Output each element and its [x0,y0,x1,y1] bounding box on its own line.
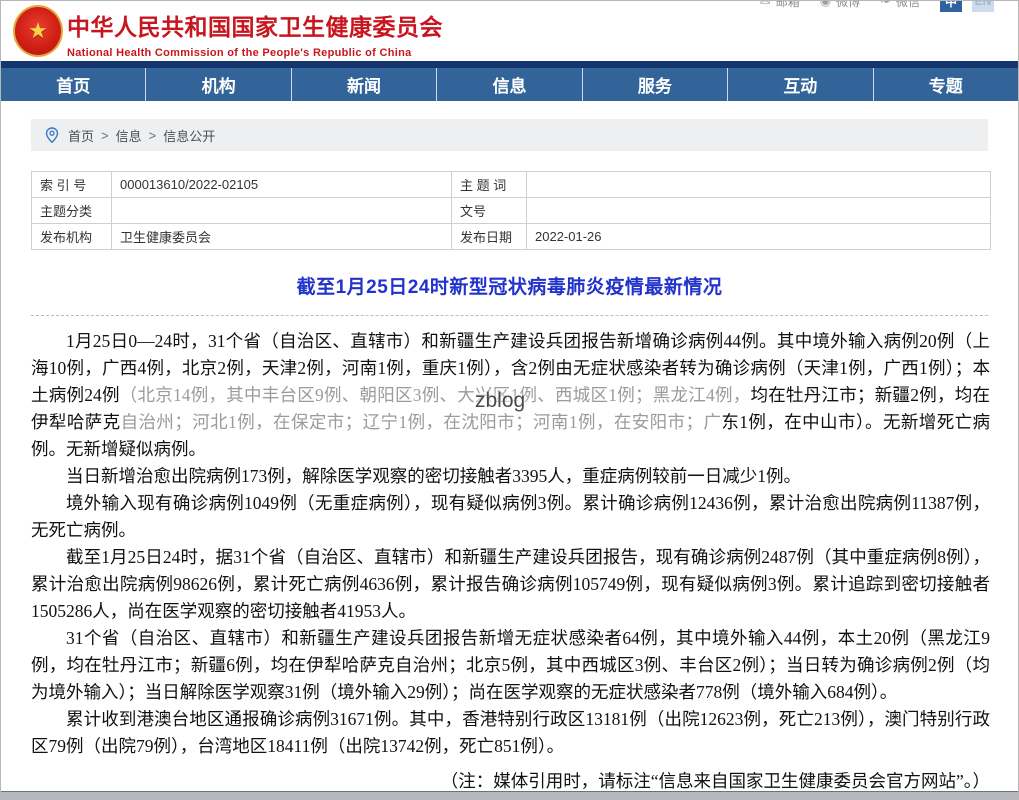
meta-label-category: 主题分类 [31,197,112,224]
lang-zh-button[interactable]: 中 [940,1,962,12]
site-subtitle: National Health Commission of the People… [67,47,412,59]
meta-label-publisher: 发布机构 [31,223,112,250]
article-paragraph: 当日新增治愈出院病例173例，解除医学观察的密切接触者3395人，重症病例较前一… [31,463,990,490]
breadcrumb: 首页 > 信息 > 信息公开 [31,119,988,151]
article-paragraphs: 1月25日0—24时，31个省（自治区、直辖市）和新疆生产建设兵团报告新增确诊病… [31,328,990,760]
paragraph-text: （北京14例，其中丰台区9例、朝阳区3例、大兴区1例、西城区1例；黑龙江4例， [119,385,751,405]
footer-bar [1,791,1018,799]
article-paragraph: 境外输入现有确诊病例1049例（无重症病例），现有疑似病例3例。累计确诊病例12… [31,490,990,544]
table-row: 主题分类 文号 [31,197,991,224]
nav-item-agency[interactable]: 机构 [146,68,292,101]
article-paragraph: 31个省（自治区、直辖市）和新疆生产建设兵团报告新增无症状感染者64例，其中境外… [31,625,990,706]
lang-en-button[interactable]: EN [972,1,994,12]
meta-value-keyword [526,171,991,198]
site-title: 中华人民共和国国家卫生健康委员会 [67,14,443,40]
nav-item-special[interactable]: 专题 [874,68,1018,101]
meta-label-keyword: 主 题 词 [451,171,527,198]
breadcrumb-info[interactable]: 信息 [116,126,142,145]
paragraph-text: 31个省（自治区、直辖市）和新疆生产建设兵团报告新增无症状感染者64例，其中境外… [31,628,990,702]
nav-item-service[interactable]: 服务 [583,68,729,101]
mail-label: 邮箱 [775,0,800,9]
weibo-link[interactable]: ◉ 微博 [819,0,861,10]
location-pin-icon [45,127,59,143]
mail-link[interactable]: ✉ 邮箱 [759,0,800,10]
article-paragraph: 截至1月25日24时，据31个省（自治区、直辖市）和新疆生产建设兵团报告，现有确… [31,544,990,625]
meta-value-pubdate: 2022-01-26 [526,223,991,250]
paragraph-text: 境外输入现有确诊病例1049例（无重症病例），现有疑似病例3例。累计确诊病例12… [31,493,990,540]
paragraph-text: 当日新增治愈出院病例173例，解除医学观察的密切接触者3395人，重症病例较前一… [66,466,801,486]
meta-value-index: 000013610/2022-02105 [111,171,452,198]
breadcrumb-home[interactable]: 首页 [68,126,94,145]
nav-top-strip [1,61,1018,68]
meta-value-category [111,197,452,224]
site-header: ★ 中华人民共和国国家卫生健康委员会 National Health Commi… [1,1,1018,61]
meta-value-docnumber [526,197,991,224]
wechat-icon: ❧ [880,0,891,8]
paragraph-text: 自治州；河北1例，在保定市；辽宁1例，在沈阳市；河南1例，在安阳市；广 [120,412,722,432]
weibo-icon: ◉ [819,0,832,8]
nav-item-interact[interactable]: 互动 [728,68,874,101]
table-row: 索 引 号 000013610/2022-02105 主 题 词 [31,171,991,198]
meta-label-index: 索 引 号 [31,171,112,198]
article-paragraph: 1月25日0—24时，31个省（自治区、直辖市）和新疆生产建设兵团报告新增确诊病… [31,328,990,463]
breadcrumb-info-public[interactable]: 信息公开 [163,126,215,145]
document-meta-table: 索 引 号 000013610/2022-02105 主 题 词 主题分类 文号… [31,171,991,250]
nav-item-info[interactable]: 信息 [437,68,583,101]
nav-item-news[interactable]: 新闻 [292,68,438,101]
paragraph-text: 累计收到港澳台地区通报确诊病例31671例。其中，香港特别行政区13181例（出… [31,709,990,756]
dashed-divider [31,315,988,316]
weibo-label: 微博 [836,0,861,9]
mail-icon: ✉ [759,0,771,8]
site-titles: 中华人民共和国国家卫生健康委员会 National Health Commiss… [67,8,443,59]
nav-item-home[interactable]: 首页 [1,68,147,101]
wechat-label: 微信 [895,0,920,9]
breadcrumb-separator: > [148,127,157,143]
header-links: ✉ 邮箱 ◉ 微博 ❧ 微信 中 EN [759,0,994,12]
star-icon: ★ [28,18,48,43]
meta-value-publisher: 卫生健康委员会 [111,223,452,250]
national-emblem-logo: ★ [13,5,63,57]
table-row: 发布机构 卫生健康委员会 发布日期 2022-01-26 [31,223,991,250]
meta-label-docnumber: 文号 [451,197,527,224]
meta-label-pubdate: 发布日期 [451,223,527,250]
breadcrumb-separator: > [101,127,109,143]
main-nav: 首页 机构 新闻 信息 服务 互动 专题 [1,68,1018,101]
wechat-link[interactable]: ❧ 微信 [880,0,920,10]
paragraph-text: 截至1月25日24时，据31个省（自治区、直辖市）和新疆生产建设兵团报告，现有确… [31,547,990,621]
article-paragraph: 累计收到港澳台地区通报确诊病例31671例。其中，香港特别行政区13181例（出… [31,706,990,760]
page-title: 截至1月25日24时新型冠状病毒肺炎疫情最新情况 [296,277,723,298]
page: ★ 中华人民共和国国家卫生健康委员会 National Health Commi… [0,0,1019,800]
